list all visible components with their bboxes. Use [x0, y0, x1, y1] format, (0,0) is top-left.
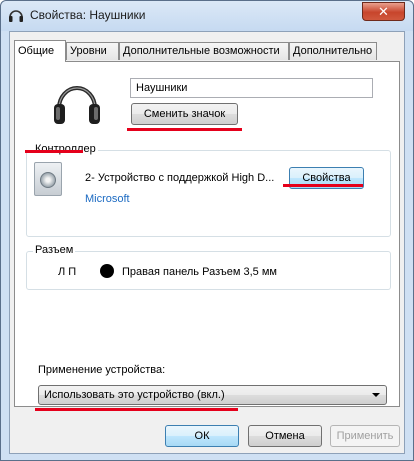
tab-general[interactable]: Общие [14, 40, 66, 62]
highlight-underline [35, 408, 238, 411]
chevron-down-icon [372, 393, 380, 397]
window-title: Свойства: Наушники [30, 8, 146, 22]
speaker-cone-icon [40, 172, 56, 188]
cancel-button[interactable]: Отмена [248, 425, 322, 447]
channel-labels: Л П [58, 266, 77, 278]
title-bar[interactable]: Свойства: Наушники ✕ [1, 1, 413, 31]
jack-group: Разъем Л П Правая панель Разъем 3,5 мм [26, 244, 391, 290]
properties-window: Свойства: Наушники ✕ Общие Уровни Дополн… [0, 0, 414, 461]
tab-enhancements[interactable]: Дополнительные возможности [119, 42, 289, 60]
highlight-underline [127, 128, 242, 131]
device-usage-select[interactable]: Использовать это устройство (вкл.) [38, 385, 387, 405]
dialog-body: Общие Уровни Дополнительные возможности … [9, 31, 405, 454]
jack-label: Разъем [33, 244, 76, 256]
highlight-underline [283, 184, 363, 187]
tab-levels[interactable]: Уровни [66, 42, 119, 60]
tab-advanced[interactable]: Дополнительно [289, 42, 377, 60]
device-usage-value: Использовать это устройство (вкл.) [44, 389, 225, 401]
jack-color-dot [100, 264, 114, 278]
close-button[interactable]: ✕ [362, 2, 405, 21]
device-name-field[interactable]: Наушники [130, 78, 373, 98]
controller-name: 2- Устройство с поддержкой High D... [85, 172, 275, 184]
highlight-underline [25, 150, 83, 153]
manufacturer-text: Microsoft [85, 193, 130, 205]
usage-label: Применение устройства: [38, 364, 166, 376]
headphones-icon [54, 86, 100, 124]
speaker-icon [34, 162, 62, 196]
change-icon-button[interactable]: Сменить значок [131, 103, 238, 125]
headphones-icon [9, 10, 23, 22]
ok-button[interactable]: ОК [165, 425, 239, 447]
jack-description: Правая панель Разъем 3,5 мм [122, 266, 277, 278]
apply-button[interactable]: Применить [330, 425, 400, 447]
controller-label: Контроллер [33, 143, 98, 155]
controller-group: Контроллер 2- Устройство с поддержкой Hi… [26, 143, 391, 237]
general-panel: Наушники Сменить значок Контроллер 2- Ус… [14, 61, 400, 407]
